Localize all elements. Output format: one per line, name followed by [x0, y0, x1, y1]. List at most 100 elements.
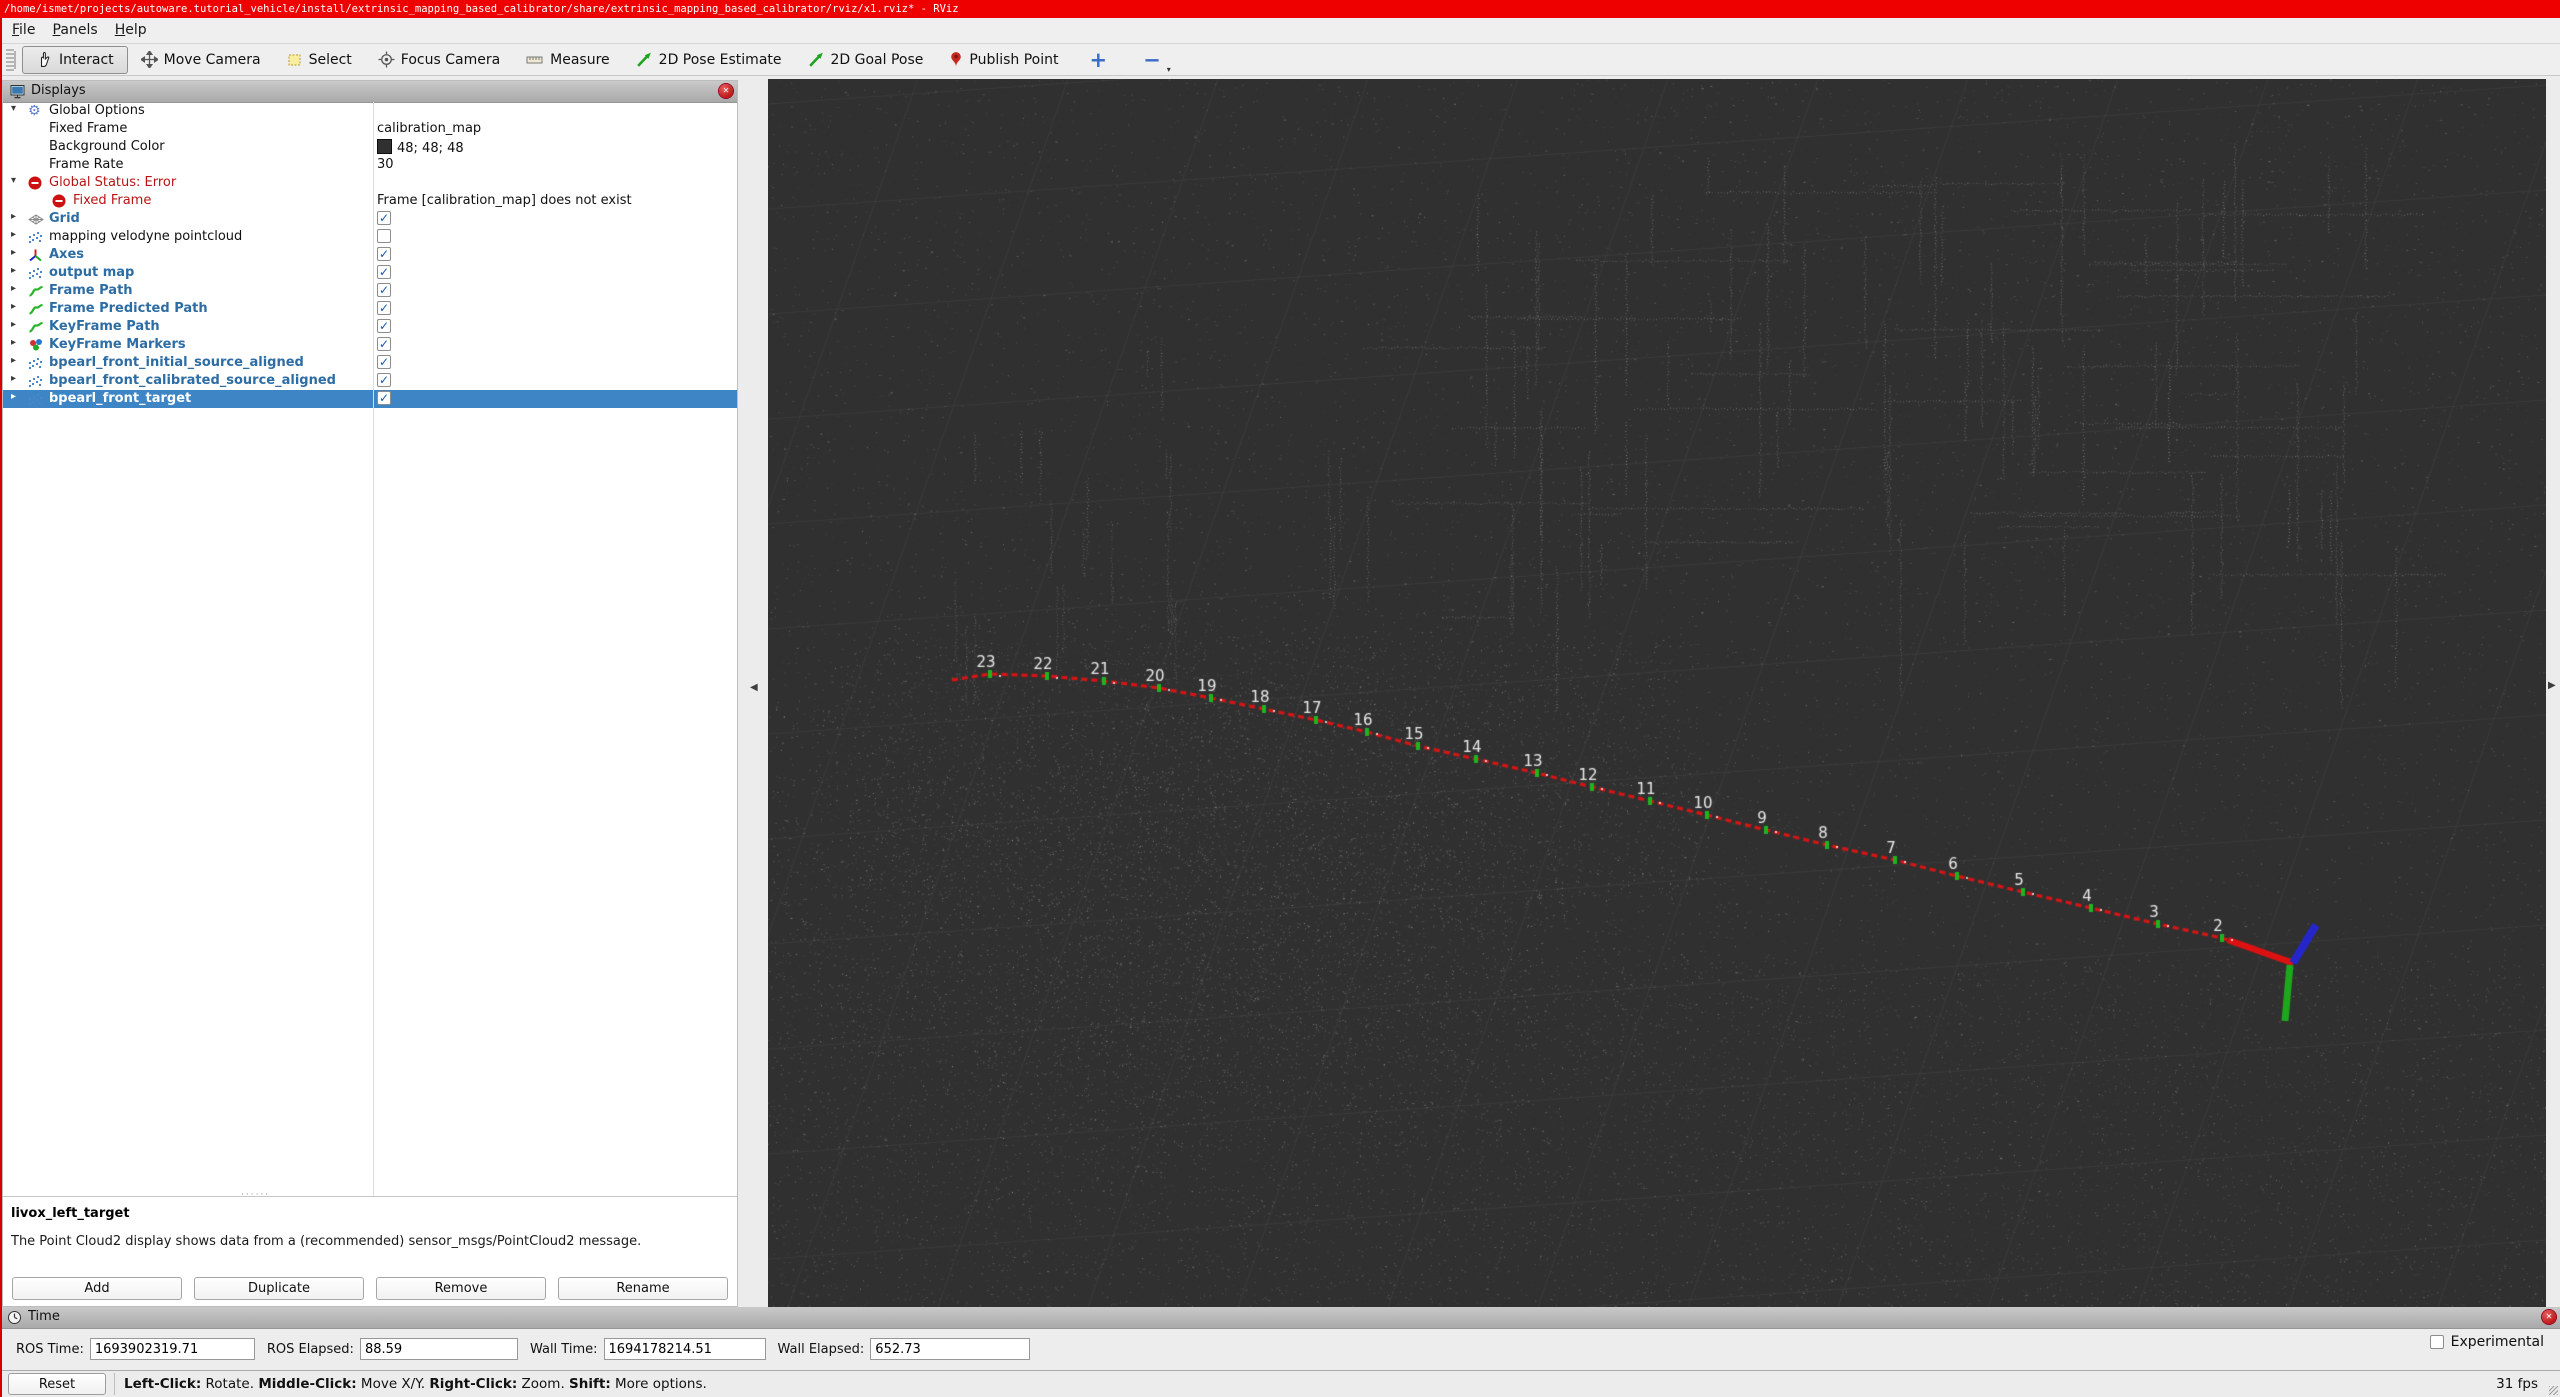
tree-row-value[interactable]: ✓	[377, 391, 391, 406]
time-panel-header[interactable]: Time ✕	[0, 1307, 2560, 1329]
tree-row-value[interactable]: ✓	[377, 247, 391, 262]
time-field-ros-time: ROS Time:	[16, 1338, 255, 1360]
add-tool-button[interactable]: +	[1072, 48, 1126, 72]
collapse-arrow-icon[interactable]: ▸	[11, 391, 16, 402]
tree-row-value[interactable]: 48; 48; 48	[377, 139, 464, 156]
tool-2d-pose-estimate[interactable]: 2D Pose Estimate	[623, 47, 795, 73]
tree-row-value[interactable]: ✓	[377, 373, 391, 388]
enable-checkbox[interactable]	[377, 229, 391, 243]
time-field-input-wall-time[interactable]	[603, 1338, 766, 1360]
3d-viewport[interactable]	[768, 79, 2546, 1307]
tree-row-value[interactable]: ✓	[377, 301, 391, 316]
time-field-input-ros-time[interactable]	[89, 1338, 255, 1360]
enable-checkbox[interactable]: ✓	[377, 265, 391, 279]
tree-row-value[interactable]: calibration_map	[377, 121, 481, 136]
description-title: livox_left_target	[11, 1206, 130, 1221]
time-field-input-ros-elapsed[interactable]	[359, 1338, 518, 1360]
collapse-arrow-icon[interactable]: ▸	[11, 355, 16, 366]
close-icon[interactable]: ✕	[719, 84, 733, 98]
tree-row-bpearl-front-initial-source-aligned[interactable]: ▸ bpearl_front_initial_source_aligned ✓	[3, 354, 737, 372]
collapse-arrow-icon[interactable]: ▸	[11, 247, 16, 258]
tool-publish-point[interactable]: Publish Point	[936, 47, 1071, 73]
pointcloud-icon	[28, 391, 45, 407]
tree-row-frame-predicted-path[interactable]: ▸ Frame Predicted Path ✓	[3, 300, 737, 318]
menu-item-file[interactable]: File	[12, 22, 35, 38]
tree-row-value[interactable]: ✓	[377, 283, 391, 298]
collapse-arrow-icon[interactable]: ▸	[11, 319, 16, 330]
enable-checkbox[interactable]: ✓	[377, 391, 391, 405]
enable-checkbox[interactable]: ✓	[377, 301, 391, 315]
tree-row-value[interactable]: ✓	[377, 337, 391, 352]
resize-grip[interactable]	[2549, 1386, 2558, 1395]
tree-row-global-options[interactable]: ▾ ⚙ Global Options	[3, 102, 737, 120]
remove-button[interactable]: Remove	[376, 1277, 546, 1300]
enable-checkbox[interactable]: ✓	[377, 373, 391, 387]
enable-checkbox[interactable]: ✓	[377, 247, 391, 261]
time-fields: ROS Time: ROS Elapsed: Wall Time: Wall Elap…	[0, 1328, 2316, 1370]
tree-row-value[interactable]	[377, 229, 391, 247]
collapse-arrow-icon[interactable]: ▸	[11, 373, 16, 384]
tree-row-label: output map	[49, 265, 135, 280]
splitter-handle[interactable]: ······	[241, 1190, 270, 1200]
panel-collapse-right-arrow[interactable]: ▶	[2548, 680, 2556, 691]
status-divider	[114, 1373, 115, 1395]
tree-row-fixed-frame[interactable]: Fixed Frame calibration_map	[3, 120, 737, 138]
tree-row-mapping-velodyne-pointcloud[interactable]: ▸ mapping velodyne pointcloud	[3, 228, 737, 246]
tree-row-global-status-error[interactable]: ▾ Global Status: Error	[3, 174, 737, 192]
close-icon[interactable]: ✕	[2542, 1310, 2556, 1324]
tree-row-output-map[interactable]: ▸ output map ✓	[3, 264, 737, 282]
tree-row-frame-rate[interactable]: Frame Rate 30	[3, 156, 737, 174]
tree-row-value[interactable]: ✓	[377, 319, 391, 334]
collapse-arrow-icon[interactable]: ▸	[11, 301, 16, 312]
tree-row-value[interactable]: ✓	[377, 355, 391, 370]
rename-button[interactable]: Rename	[558, 1277, 728, 1300]
collapse-arrow-icon[interactable]: ▸	[11, 337, 16, 348]
time-field-input-wall-elapsed[interactable]	[870, 1338, 1031, 1360]
tool-measure[interactable]: Measure	[513, 47, 623, 73]
panel-collapse-left-arrow[interactable]: ◀	[750, 682, 758, 693]
expand-arrow-icon[interactable]: ▾	[11, 103, 16, 114]
path-icon	[28, 301, 45, 317]
description-panel: ······ livox_left_target The Point Cloud…	[3, 1190, 737, 1272]
tree-row-bpearl-front-calibrated-source-aligned[interactable]: ▸ bpearl_front_calibrated_source_aligned ✓	[3, 372, 737, 390]
tool-interact[interactable]: Interact	[22, 45, 128, 74]
tree-row-value[interactable]: ✓	[377, 211, 391, 226]
tool-focus-camera[interactable]: Focus Camera	[365, 47, 513, 73]
collapse-arrow-icon[interactable]: ▸	[11, 283, 16, 294]
collapse-arrow-icon[interactable]: ▸	[11, 229, 16, 240]
tool-select[interactable]: Select	[274, 47, 365, 73]
time-panel-title: Time	[28, 1309, 60, 1324]
enable-checkbox[interactable]: ✓	[377, 355, 391, 369]
map-pin-icon	[949, 51, 963, 68]
add-button[interactable]: Add	[12, 1277, 182, 1300]
menu-item-panels[interactable]: Panels	[53, 22, 98, 38]
collapse-arrow-icon[interactable]: ▸	[11, 211, 16, 222]
duplicate-button[interactable]: Duplicate	[194, 1277, 364, 1300]
tool-2d-goal-pose[interactable]: 2D Goal Pose	[795, 47, 937, 73]
enable-checkbox[interactable]: ✓	[377, 337, 391, 351]
tree-row-axes[interactable]: ▸ Axes ✓	[3, 246, 737, 264]
remove-tool-button[interactable]: − ▾	[1125, 48, 1179, 74]
tool-move-camera[interactable]: Move Camera	[128, 47, 274, 73]
enable-checkbox[interactable]: ✓	[377, 283, 391, 297]
clock-icon	[7, 1310, 22, 1329]
tree-row-frame-path[interactable]: ▸ Frame Path ✓	[3, 282, 737, 300]
tree-row-keyframe-markers[interactable]: ▸ KeyFrame Markers ✓	[3, 336, 737, 354]
tree-row-grid[interactable]: ▸ Grid ✓	[3, 210, 737, 228]
reset-button[interactable]: Reset	[8, 1373, 106, 1395]
displays-panel-header[interactable]: Displays ✕	[3, 81, 737, 103]
expand-arrow-icon[interactable]: ▾	[11, 175, 16, 186]
tree-row-background-color[interactable]: Background Color 48; 48; 48	[3, 138, 737, 156]
collapse-arrow-icon[interactable]: ▸	[11, 265, 16, 276]
tree-row-bpearl-front-target[interactable]: ▸ bpearl_front_target ✓	[3, 390, 737, 408]
enable-checkbox[interactable]: ✓	[377, 211, 391, 225]
tree-row-value[interactable]: 30	[377, 157, 394, 172]
menu-item-help[interactable]: Help	[115, 22, 147, 38]
tree-row-value[interactable]: ✓	[377, 265, 391, 280]
tree-row-fixed-frame[interactable]: Fixed Frame Frame [calibration_map] does …	[3, 192, 737, 210]
experimental-checkbox[interactable]	[2429, 1335, 2444, 1349]
tree-row-keyframe-path[interactable]: ▸ KeyFrame Path ✓	[3, 318, 737, 336]
toolbar-drag-handle[interactable]	[6, 48, 14, 71]
green-arrow-icon	[808, 51, 825, 68]
enable-checkbox[interactable]: ✓	[377, 319, 391, 333]
